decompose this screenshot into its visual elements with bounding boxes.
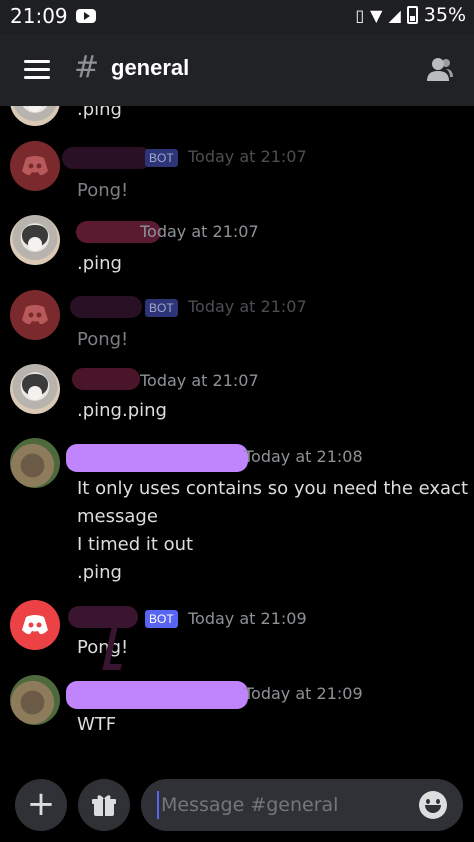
channel-header: # general [0,34,474,106]
message-list[interactable]: .ping BOT Today at 21:07 Pong! Today at … [0,106,474,766]
message-input-wrapper[interactable] [141,779,463,831]
youtube-icon [76,9,96,23]
message-line: I timed it out [77,534,194,555]
avatar[interactable] [10,364,60,414]
status-time: 21:09 [10,4,68,28]
avatar[interactable] [10,600,60,650]
message-line: message [77,506,158,527]
message-timestamp: Today at 21:08 [244,447,363,466]
emoji-icon[interactable] [419,791,447,819]
redacted-username [70,296,142,318]
battery-percent: 35% [423,4,466,26]
discord-logo-icon [22,156,48,176]
gift-button[interactable] [78,779,130,831]
message-content: WTF [77,714,117,735]
hash-icon: # [74,50,100,85]
message-content: .ping [77,253,122,274]
message-timestamp: Today at 21:07 [188,147,307,166]
bot-badge: BOT [145,610,178,628]
avatar[interactable] [10,141,60,191]
message-composer: + [0,766,474,842]
gift-icon [92,795,116,816]
redacted-username [62,147,152,169]
channel-title: general [111,55,190,80]
message-input[interactable] [157,791,407,819]
bot-badge: BOT [145,149,178,167]
message-timestamp: Today at 21:07 [188,297,307,316]
message-content: It only uses contains so you need the ex… [77,475,468,587]
message-timestamp: Today at 21:07 [140,371,259,390]
message-timestamp: Today at 21:07 [140,222,259,241]
redacted-username [66,444,248,472]
discord-logo-icon [22,305,48,325]
battery-icon [406,6,418,24]
message-content: Pong! [77,329,129,350]
menu-icon[interactable] [24,60,50,80]
avatar[interactable] [10,675,60,725]
message-content: .ping.ping [77,400,167,421]
wifi-icon: ▼ [370,5,383,25]
members-icon[interactable] [426,56,454,82]
redacted-username [72,368,140,390]
redacted-username [66,681,248,709]
add-attachment-button[interactable]: + [15,779,67,831]
bot-badge: BOT [145,299,178,317]
message-line: It only uses contains so you need the ex… [77,478,469,499]
signal-icon: ◢ [388,5,401,25]
plus-icon: + [26,784,56,824]
vibrate-icon: ▯ [355,5,365,25]
message-line: .ping [77,562,122,583]
avatar[interactable] [10,106,60,126]
message-timestamp: Today at 21:09 [188,609,307,628]
status-bar: 21:09 ▯ ▼ ◢ 35% [0,0,474,34]
message-timestamp: Today at 21:09 [244,684,363,703]
discord-logo-icon [22,615,48,635]
avatar[interactable] [10,215,60,265]
message-content: .ping [77,106,122,120]
avatar[interactable] [10,438,60,488]
avatar[interactable] [10,290,60,340]
message-content: Pong! [77,180,129,201]
